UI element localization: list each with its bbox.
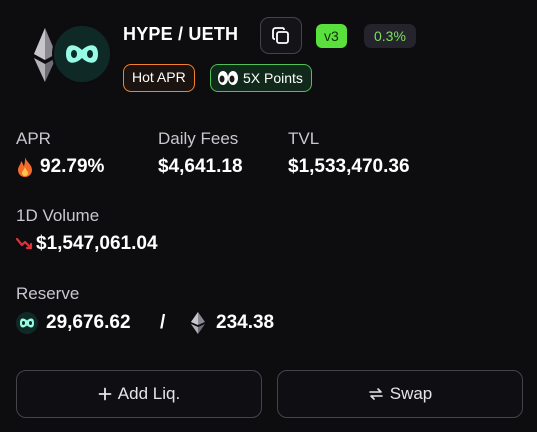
swap-label: Swap (389, 384, 433, 403)
daily-fees-value-row: $4,641.18 (158, 156, 243, 178)
pair-title: HYPE / UETH (123, 24, 239, 44)
daily-fees-label: Daily Fees (158, 129, 239, 148)
hype-mini-icon (16, 312, 38, 334)
daily-fees-value: $4,641.18 (158, 156, 243, 177)
copy-address-button[interactable] (260, 17, 302, 54)
swap-button[interactable]: Swap (277, 370, 523, 418)
volume-1d-value: $1,547,061.04 (36, 233, 158, 254)
reserve-separator: / (160, 312, 166, 333)
reserve-label: Reserve (16, 284, 80, 303)
version-badge: v3 (316, 24, 347, 48)
volume-1d-label: 1D Volume (16, 206, 100, 225)
add-liquidity-label: Add Liq. (117, 384, 181, 403)
apr-value-row: 92.79% (16, 156, 104, 178)
copy-icon (272, 26, 289, 44)
ueth-mini-icon (190, 312, 206, 334)
eyes-icon (218, 71, 238, 85)
points-badge-label: 5X Points (243, 69, 303, 86)
volume-1d-value-row: $1,547,061.04 (16, 233, 158, 255)
pool-card: HYPE / UETH v3 0.3% Hot APR 5X Points AP… (0, 0, 537, 432)
trend-down-icon (16, 237, 33, 250)
hot-apr-badge: Hot APR (123, 64, 195, 92)
tvl-value-row: $1,533,470.36 (288, 156, 410, 178)
swap-arrows-icon (368, 388, 383, 400)
apr-label: APR (16, 129, 51, 148)
reserve-ueth-amount: 234.38 (216, 312, 275, 333)
points-badge: 5X Points (210, 64, 312, 92)
add-liquidity-button[interactable]: Add Liq. (16, 370, 262, 418)
tvl-value: $1,533,470.36 (288, 156, 410, 177)
fee-tier-badge: 0.3% (364, 24, 416, 48)
hype-token-icon (52, 24, 112, 84)
pair-logo (32, 22, 114, 88)
plus-icon (98, 387, 112, 401)
reserve-hype-amount: 29,676.62 (46, 312, 131, 333)
apr-value: 92.79% (40, 156, 105, 177)
reserve-ueth-row: 234.38 (190, 312, 274, 334)
tvl-label: TVL (288, 129, 320, 148)
reserve-hype-row: 29,676.62 (16, 312, 131, 334)
fire-icon (18, 157, 32, 177)
